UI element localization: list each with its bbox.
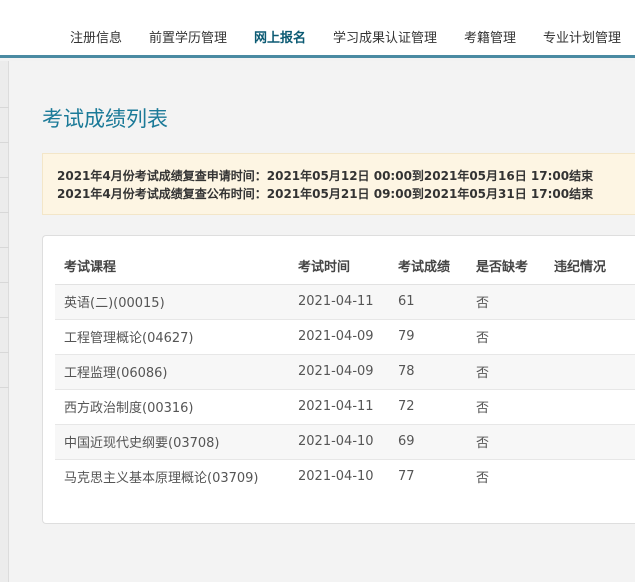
nav-item-major-plan[interactable]: 专业计划管理 <box>543 27 621 46</box>
sidebar-divider <box>0 352 9 353</box>
sidebar-divider <box>0 387 9 388</box>
cell-date: 2021-04-11 <box>298 283 398 319</box>
table-row: 工程监理(06086) 2021-04-09 78 否 <box>55 353 635 389</box>
cell-course: 中国近现代史纲要(03708) <box>55 423 298 459</box>
column-header-absent: 是否缺考 <box>476 248 554 285</box>
cell-score: 78 <box>398 353 476 389</box>
cell-violation <box>554 353 635 389</box>
notice-line-review-apply: 2021年4月份考试成绩复查申请时间：2021年05月12日 00:00到202… <box>57 169 594 183</box>
left-sidebar-edge <box>0 61 9 582</box>
sidebar-divider <box>0 142 9 143</box>
cell-violation <box>554 283 635 319</box>
sidebar-divider <box>0 247 9 248</box>
nav-item-online-registration[interactable]: 网上报名 <box>254 27 306 46</box>
table-header-row: 考试课程 考试时间 考试成绩 是否缺考 违纪情况 <box>55 248 635 285</box>
cell-date: 2021-04-11 <box>298 388 398 424</box>
cell-absent: 否 <box>476 458 554 494</box>
cell-date: 2021-04-09 <box>298 353 398 389</box>
nav-item-exam-records[interactable]: 考籍管理 <box>464 27 516 46</box>
sidebar-divider <box>0 317 9 318</box>
page-title: 考试成绩列表 <box>42 107 168 131</box>
notice-box: 2021年4月份考试成绩复查申请时间：2021年05月12日 00:00到202… <box>42 153 635 215</box>
cell-violation <box>554 423 635 459</box>
cell-absent: 否 <box>476 388 554 424</box>
cell-date: 2021-04-10 <box>298 423 398 459</box>
column-header-date: 考试时间 <box>298 248 398 285</box>
sidebar-divider <box>0 177 9 178</box>
main-nav: 注册信息 前置学历管理 网上报名 学习成果认证管理 考籍管理 专业计划管理 <box>0 0 635 58</box>
cell-course: 马克思主义基本原理概论(03709) <box>55 458 298 494</box>
top-navbar: 注册信息 前置学历管理 网上报名 学习成果认证管理 考籍管理 专业计划管理 <box>0 0 635 58</box>
cell-date: 2021-04-09 <box>298 318 398 354</box>
cell-course: 西方政治制度(00316) <box>55 388 298 424</box>
cell-date: 2021-04-10 <box>298 458 398 494</box>
cell-violation <box>554 388 635 424</box>
cell-score: 79 <box>398 318 476 354</box>
cell-course: 工程管理概论(04627) <box>55 318 298 354</box>
cell-score: 77 <box>398 458 476 494</box>
cell-score: 61 <box>398 283 476 319</box>
cell-absent: 否 <box>476 318 554 354</box>
nav-item-credit-certification[interactable]: 学习成果认证管理 <box>333 27 437 46</box>
table-row: 中国近现代史纲要(03708) 2021-04-10 69 否 <box>55 423 635 459</box>
cell-absent: 否 <box>476 353 554 389</box>
sidebar-divider <box>0 107 9 108</box>
cell-score: 72 <box>398 388 476 424</box>
table-row: 工程管理概论(04627) 2021-04-09 79 否 <box>55 318 635 354</box>
cell-absent: 否 <box>476 283 554 319</box>
table-row: 西方政治制度(00316) 2021-04-11 72 否 <box>55 388 635 424</box>
column-header-score: 考试成绩 <box>398 248 476 285</box>
nav-item-registration-info[interactable]: 注册信息 <box>70 27 122 46</box>
column-header-course: 考试课程 <box>55 248 298 285</box>
cell-violation <box>554 318 635 354</box>
sidebar-divider <box>0 282 9 283</box>
table-row: 马克思主义基本原理概论(03709) 2021-04-10 77 否 <box>55 458 635 494</box>
scores-card: 考试课程 考试时间 考试成绩 是否缺考 违纪情况 英语(二)(00015) 20… <box>42 235 635 524</box>
sidebar-divider <box>0 212 9 213</box>
cell-absent: 否 <box>476 423 554 459</box>
nav-item-prior-education[interactable]: 前置学历管理 <box>149 27 227 46</box>
column-header-violation: 违纪情况 <box>554 248 635 285</box>
cell-violation <box>554 458 635 494</box>
scores-table: 考试课程 考试时间 考试成绩 是否缺考 违纪情况 英语(二)(00015) 20… <box>55 248 635 494</box>
table-row: 英语(二)(00015) 2021-04-11 61 否 <box>55 283 635 319</box>
notice-line-review-publish: 2021年4月份考试成绩复查公布时间：2021年05月21日 09:00到202… <box>57 187 594 201</box>
cell-course: 英语(二)(00015) <box>55 283 298 319</box>
main-content: 考试成绩列表 2021年4月份考试成绩复查申请时间：2021年05月12日 00… <box>9 61 635 582</box>
cell-score: 69 <box>398 423 476 459</box>
cell-course: 工程监理(06086) <box>55 353 298 389</box>
